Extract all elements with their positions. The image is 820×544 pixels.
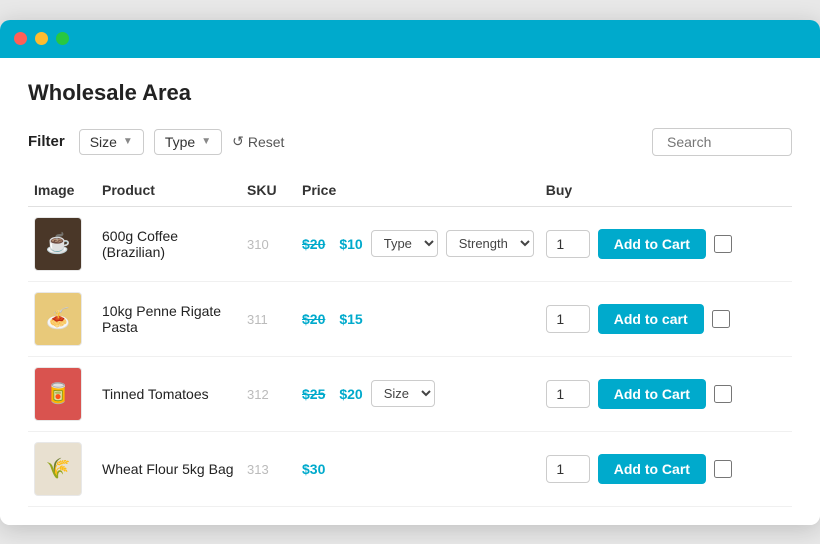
product-name-cell-4: Wheat Flour 5kg Bag xyxy=(96,431,241,506)
product-buy-cell-3: Add to Cart xyxy=(540,356,792,431)
product-price-cell-1: $20 $10 Type Strength xyxy=(296,206,540,281)
table-row: 🥫 Tinned Tomatoes 312 $25 $20 Size Add to Cart xyxy=(28,356,792,431)
page-content: Wholesale Area Filter Size ▼ Type ▼ ↺ Re… xyxy=(0,58,820,525)
price-wrap-4: $30 xyxy=(302,461,534,477)
row-checkbox-3[interactable] xyxy=(714,385,732,403)
add-to-cart-button-2[interactable]: Add to cart xyxy=(598,304,704,334)
buy-wrap-3: Add to Cart xyxy=(546,379,786,409)
product-sku-1: 310 xyxy=(247,237,269,252)
product-image-cell-4: 🌾 xyxy=(28,431,96,506)
close-dot[interactable] xyxy=(14,32,27,45)
type-filter[interactable]: Type ▼ xyxy=(154,129,222,155)
product-image-cell-3: 🥫 xyxy=(28,356,96,431)
reset-label: Reset xyxy=(248,134,285,150)
price-original-2: $20 xyxy=(302,311,325,327)
titlebar xyxy=(0,20,820,58)
product-sku-cell-4: 313 xyxy=(241,431,296,506)
row-checkbox-1[interactable] xyxy=(714,235,732,253)
product-price-cell-3: $25 $20 Size xyxy=(296,356,540,431)
table-header-row: Image Product SKU Price Buy xyxy=(28,174,792,207)
row-checkbox-2[interactable] xyxy=(712,310,730,328)
product-buy-cell-2: Add to cart xyxy=(540,281,792,356)
product-image-cell-2: 🍝 xyxy=(28,281,96,356)
price-sale-2: $15 xyxy=(339,311,362,327)
price-wrap-2: $20 $15 xyxy=(302,311,534,327)
size-filter[interactable]: Size ▼ xyxy=(79,129,144,155)
product-sku-3: 312 xyxy=(247,387,269,402)
product-sku-2: 311 xyxy=(247,312,268,327)
type-select-1[interactable]: Type xyxy=(371,230,438,257)
price-wrap-1: $20 $10 Type Strength xyxy=(302,230,534,257)
product-price-cell-4: $30 xyxy=(296,431,540,506)
qty-input-2[interactable] xyxy=(546,305,590,333)
product-buy-cell-4: Add to Cart xyxy=(540,431,792,506)
product-image-cell-1: ☕ xyxy=(28,206,96,281)
product-name-cell-3: Tinned Tomatoes xyxy=(96,356,241,431)
product-buy-cell-1: Add to Cart xyxy=(540,206,792,281)
reset-icon: ↺ xyxy=(232,133,244,150)
table-row: 🍝 10kg Penne Rigate Pasta 311 $20 $15 Add to … xyxy=(28,281,792,356)
minimize-dot[interactable] xyxy=(35,32,48,45)
add-to-cart-button-1[interactable]: Add to Cart xyxy=(598,229,706,259)
page-title: Wholesale Area xyxy=(28,80,792,106)
buy-wrap-2: Add to cart xyxy=(546,304,786,334)
type-chevron-icon: ▼ xyxy=(201,136,211,147)
price-original-3: $25 xyxy=(302,386,325,402)
col-header-product: Product xyxy=(96,174,241,207)
add-to-cart-button-3[interactable]: Add to Cart xyxy=(598,379,706,409)
product-sku-cell-1: 310 xyxy=(241,206,296,281)
price-sale-3: $20 xyxy=(339,386,362,402)
size-chevron-icon: ▼ xyxy=(123,136,133,147)
col-header-buy: Buy xyxy=(540,174,792,207)
col-header-image: Image xyxy=(28,174,96,207)
product-name-cell-1: 600g Coffee (Brazilian) xyxy=(96,206,241,281)
product-price-cell-2: $20 $15 xyxy=(296,281,540,356)
product-sku-cell-3: 312 xyxy=(241,356,296,431)
table-row: 🌾 Wheat Flour 5kg Bag 313 $30 Add to Cart xyxy=(28,431,792,506)
qty-input-1[interactable] xyxy=(546,230,590,258)
type-filter-label: Type xyxy=(165,134,195,150)
filter-bar: Filter Size ▼ Type ▼ ↺ Reset xyxy=(28,128,792,156)
strength-select-1[interactable]: Strength xyxy=(446,230,534,257)
buy-wrap-4: Add to Cart xyxy=(546,454,786,484)
product-name-3: Tinned Tomatoes xyxy=(102,386,209,402)
product-image-3: 🥫 xyxy=(34,367,82,421)
size-select-3[interactable]: Size xyxy=(371,380,435,407)
price-original-1: $20 xyxy=(302,236,325,252)
products-table: Image Product SKU Price Buy ☕ 600g Coffee… xyxy=(28,174,792,507)
product-name-1: 600g Coffee (Brazilian) xyxy=(102,228,178,260)
reset-button[interactable]: ↺ Reset xyxy=(232,133,284,150)
product-image-2: 🍝 xyxy=(34,292,82,346)
product-sku-cell-2: 311 xyxy=(241,281,296,356)
product-image-4: 🌾 xyxy=(34,442,82,496)
product-image-1: ☕ xyxy=(34,217,82,271)
qty-input-3[interactable] xyxy=(546,380,590,408)
price-wrap-3: $25 $20 Size xyxy=(302,380,534,407)
product-name-cell-2: 10kg Penne Rigate Pasta xyxy=(96,281,241,356)
row-checkbox-4[interactable] xyxy=(714,460,732,478)
col-header-price: Price xyxy=(296,174,540,207)
price-sale-1: $10 xyxy=(339,236,362,252)
product-name-2: 10kg Penne Rigate Pasta xyxy=(102,303,221,335)
product-sku-4: 313 xyxy=(247,462,269,477)
maximize-dot[interactable] xyxy=(56,32,69,45)
size-filter-label: Size xyxy=(90,134,117,150)
main-window: Wholesale Area Filter Size ▼ Type ▼ ↺ Re… xyxy=(0,20,820,525)
add-to-cart-button-4[interactable]: Add to Cart xyxy=(598,454,706,484)
filter-label: Filter xyxy=(28,133,65,150)
price-only-4: $30 xyxy=(302,461,325,477)
table-row: ☕ 600g Coffee (Brazilian) 310 $20 $10 Type Str… xyxy=(28,206,792,281)
col-header-sku: SKU xyxy=(241,174,296,207)
product-name-4: Wheat Flour 5kg Bag xyxy=(102,461,234,477)
search-input[interactable] xyxy=(652,128,792,156)
qty-input-4[interactable] xyxy=(546,455,590,483)
buy-wrap-1: Add to Cart xyxy=(546,229,786,259)
